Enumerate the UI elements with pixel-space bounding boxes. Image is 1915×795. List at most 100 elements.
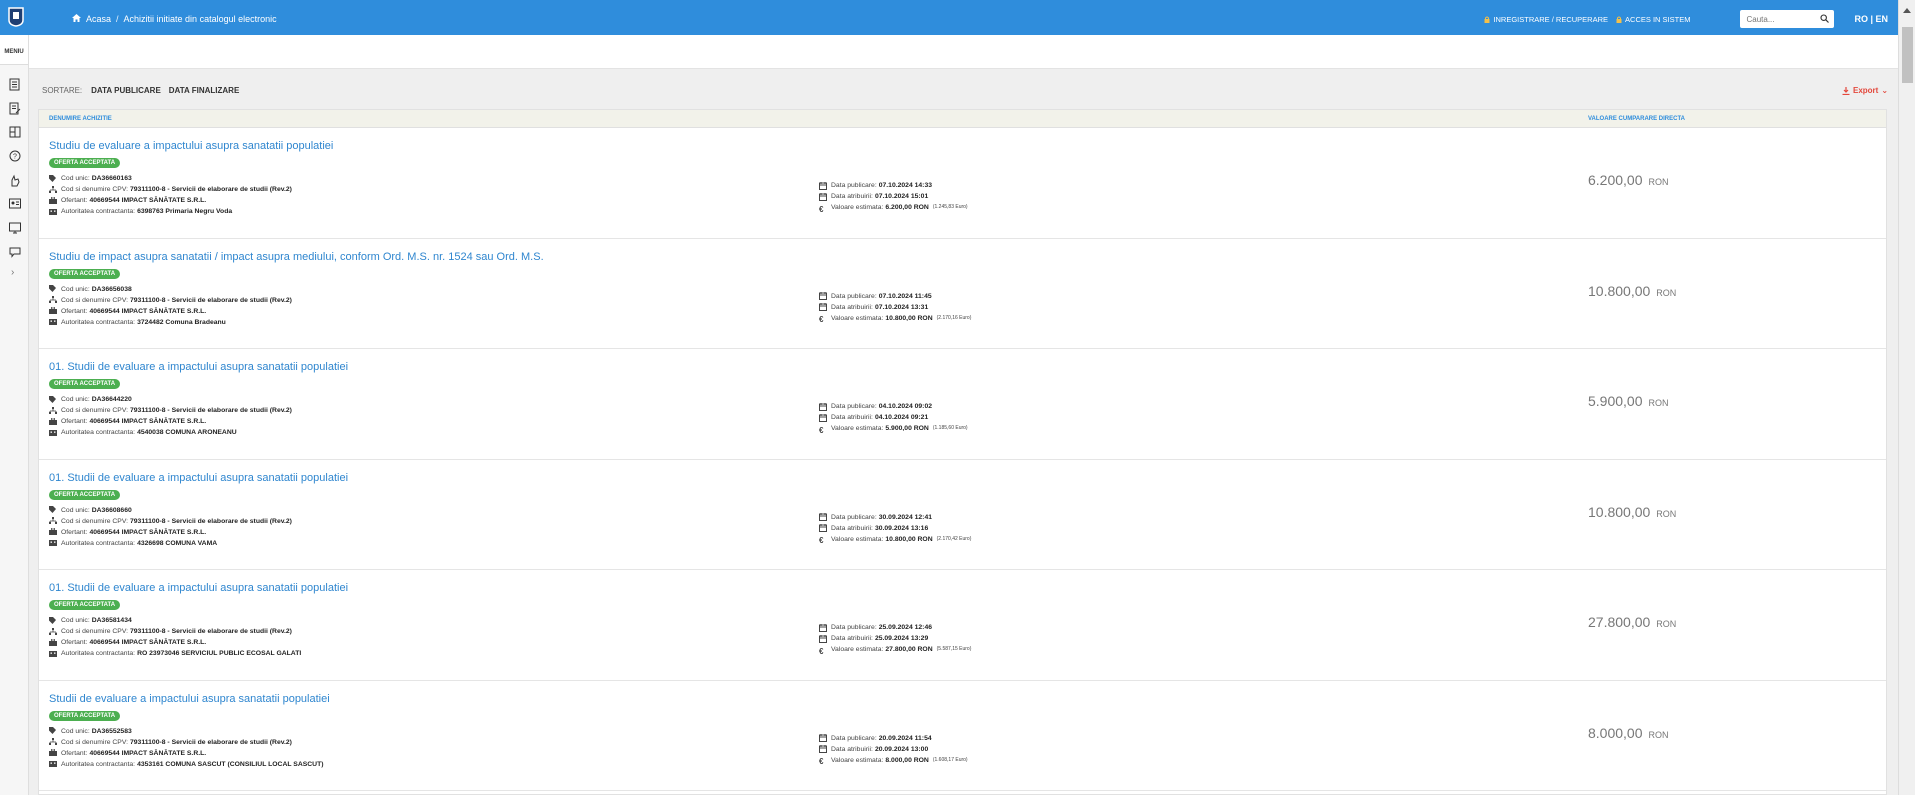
catalog-icon[interactable]	[0, 121, 29, 145]
euro-icon: €	[819, 204, 824, 214]
chat-icon[interactable]	[0, 241, 29, 265]
filter-bar	[29, 35, 1898, 69]
status-badge: OFERTA ACCEPTATA	[49, 379, 121, 389]
column-header-value[interactable]: VALOARE CUMPARARE DIRECTA	[1588, 116, 1685, 122]
scroll-up-icon[interactable]	[1903, 8, 1911, 13]
sort-by-publish-date[interactable]: DATA PUBLICARE	[91, 86, 161, 95]
language-switcher[interactable]: RO | EN	[1854, 14, 1888, 24]
price-currency: RON	[1656, 508, 1677, 519]
published-label: Data publicare:	[831, 734, 877, 742]
euro-icon: €	[819, 536, 824, 545]
estimated-value: 8.000,00 RON	[885, 756, 929, 764]
awarded-label: Data atribuirii:	[831, 303, 873, 311]
authority-label: Autoritatea contractanta:	[61, 318, 136, 326]
bidder-label: Ofertant:	[61, 528, 88, 536]
awarded-label: Data atribuirii:	[831, 635, 873, 642]
bidder-label: Ofertant:	[61, 639, 88, 646]
cpv-label: Cod si denumire CPV:	[61, 186, 128, 193]
chevron-right-icon[interactable]: ›	[0, 267, 28, 278]
edit-document-icon[interactable]	[0, 97, 29, 121]
acquisition-title-link[interactable]: 01. Studii de evaluare a impactului asup…	[49, 472, 348, 484]
sitemap-icon	[49, 627, 57, 636]
bidder-label: Ofertant:	[61, 418, 88, 425]
direct-purchase-value: 5.900,00 RON	[1588, 393, 1669, 409]
id-card-icon[interactable]	[0, 193, 29, 217]
building-icon	[49, 208, 57, 216]
acquisition-title-link[interactable]: Studiu de impact asupra sanatatii / impa…	[49, 251, 544, 263]
estimated-euro: (2.170,42 Euro)	[936, 535, 972, 542]
column-header-name[interactable]: DENUMIRE ACHIZITIE	[49, 116, 112, 122]
price-amount: 10.800,00	[1588, 503, 1651, 520]
sort-by-finalize-date[interactable]: DATA FINALIZARE	[169, 86, 240, 95]
estimated-value: 10.800,00 RON	[885, 535, 933, 543]
calendar-icon	[819, 734, 827, 742]
acquisition-title-link[interactable]: 01. Studii de evaluare a impactului asup…	[49, 582, 348, 594]
euro-icon: €	[819, 646, 824, 656]
building-icon	[49, 539, 57, 547]
code-label: Cod unic:	[61, 396, 90, 403]
breadcrumb-current[interactable]: Achizitii initiate din catalogul electro…	[124, 14, 277, 24]
estimated-value: 6.200,00 RON	[885, 204, 929, 211]
code-value: DA36644220	[91, 396, 132, 403]
briefcase-icon	[49, 196, 57, 205]
acquisition-details: Cod unic: DA36644220 Cod si denumire CPV:…	[49, 394, 292, 438]
published-value: 07.10.2024 11:45	[878, 292, 932, 300]
estimated-label: Valoare estimata:	[831, 535, 884, 543]
table-row: 01. Studii de evaluare a impactului asup…	[39, 570, 1886, 681]
acquisition-dates: Data publicare: 07.10.2024 14:33 Data atr…	[819, 180, 968, 214]
monitor-icon[interactable]	[0, 217, 29, 241]
vertical-scrollbar[interactable]	[1898, 0, 1915, 795]
cpv-label: Cod si denumire CPV:	[61, 407, 128, 414]
hand-icon[interactable]	[0, 169, 29, 193]
authority-label: Autoritatea contractanta:	[61, 429, 136, 436]
menu-toggle[interactable]: MENIU	[0, 35, 28, 65]
authority-label: Autoritatea contractanta:	[61, 760, 136, 768]
lock-icon	[1484, 16, 1490, 23]
code-value: DA36660163	[91, 175, 132, 182]
awarded-value: 30.09.2024 13:16	[874, 524, 929, 532]
acquisition-details: Cod unic: DA36581434 Cod si denumire CPV:…	[49, 615, 301, 659]
estimated-label: Valoare estimata:	[831, 204, 884, 211]
scroll-thumb[interactable]	[1902, 27, 1913, 83]
tag-icon	[49, 727, 57, 735]
bidder-value: 40669544 IMPACT SĂNĂTATE S.R.L.	[89, 639, 207, 646]
breadcrumb-home-link[interactable]: Acasa	[86, 14, 111, 24]
sitemap-icon	[49, 517, 57, 525]
chevron-down-icon: ⌄	[1881, 86, 1889, 95]
export-button[interactable]: Export ⌄	[1842, 86, 1888, 95]
bidder-value: 40669544 IMPACT SĂNĂTATE S.R.L.	[89, 197, 207, 204]
help-icon[interactable]: ?	[0, 145, 29, 169]
status-badge: OFERTA ACCEPTATA	[49, 489, 121, 500]
search-input[interactable]	[1740, 10, 1813, 28]
export-label: Export	[1853, 86, 1879, 95]
euro-icon: €	[819, 315, 824, 324]
price-currency: RON	[1656, 619, 1677, 629]
table-row: Studiu de evaluare a impactului asupra s…	[39, 128, 1886, 239]
register-link[interactable]: INREGISTRARE / RECUPERARE	[1484, 15, 1608, 24]
acquisition-title-link[interactable]: Studii de evaluare a impactului asupra s…	[49, 693, 330, 705]
price-amount: 27.800,00	[1588, 614, 1651, 630]
acquisition-title-link[interactable]: Studiu de evaluare a impactului asupra s…	[49, 140, 333, 152]
building-icon	[49, 650, 57, 658]
cpv-label: Cod si denumire CPV:	[61, 628, 128, 635]
estimated-euro: (5.587,15 Euro)	[936, 646, 972, 652]
acquisition-title-link[interactable]: 01. Studii de evaluare a impactului asup…	[49, 361, 348, 373]
table-header: DENUMIRE ACHIZITIE VALOARE CUMPARARE DIR…	[39, 110, 1886, 128]
bidder-label: Ofertant:	[61, 307, 88, 315]
estimated-label: Valoare estimata:	[831, 425, 884, 432]
sort-label: SORTARE:	[42, 86, 83, 95]
login-link[interactable]: ACCES IN SISTEM	[1616, 15, 1690, 24]
login-label: ACCES IN SISTEM	[1625, 14, 1691, 24]
top-right-actions: INREGISTRARE / RECUPERARE ACCES IN SISTE…	[1484, 10, 1888, 28]
direct-purchase-value: 27.800,00 RON	[1588, 614, 1676, 630]
home-icon[interactable]	[72, 14, 81, 24]
search-box	[1740, 10, 1835, 28]
logo-icon[interactable]	[6, 7, 26, 27]
search-icon[interactable]	[1820, 14, 1830, 23]
acquisition-dates: Data publicare: 04.10.2024 09:02 Data atr…	[819, 401, 968, 435]
acquisition-details: Cod unic: DA36656038 Cod si denumire CPV:…	[49, 284, 292, 328]
document-icon[interactable]	[0, 73, 29, 97]
code-label: Cod unic:	[61, 506, 90, 514]
authority-value: 4353161 COMUNA SASCUT (CONSILIUL LOCAL S…	[137, 760, 324, 768]
sidebar: MENIU ? ›	[0, 35, 29, 795]
